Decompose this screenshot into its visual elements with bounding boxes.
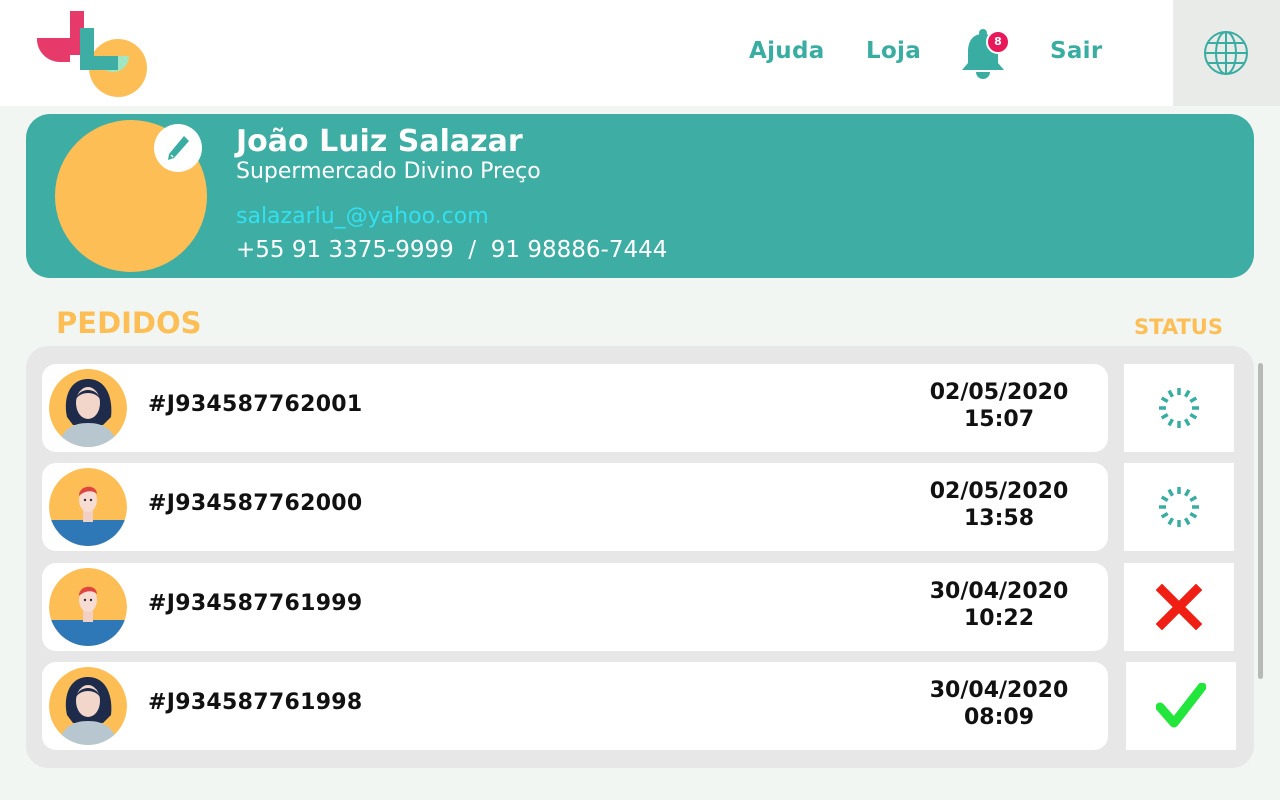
order-datetime: 02/05/2020 13:58 bbox=[904, 478, 1094, 532]
profile-company: Supermercado Divino Preço bbox=[236, 159, 541, 184]
order-time: 08:09 bbox=[963, 705, 1035, 730]
order-time: 10:22 bbox=[963, 606, 1035, 631]
order-date: 02/05/2020 bbox=[929, 380, 1069, 405]
spinner-dash bbox=[1183, 389, 1191, 398]
spinner-dash bbox=[1189, 396, 1198, 404]
spinner-dash bbox=[1167, 389, 1175, 398]
spinner-dash bbox=[1160, 396, 1169, 404]
order-id: #J934587761998 bbox=[148, 690, 363, 715]
loading-spinner-icon bbox=[1159, 487, 1199, 527]
spinner-dash bbox=[1160, 412, 1169, 420]
customer-avatar bbox=[49, 667, 127, 745]
order-date: 30/04/2020 bbox=[929, 678, 1069, 703]
brand-logo[interactable] bbox=[30, 6, 154, 102]
order-status bbox=[1124, 463, 1234, 551]
order-row[interactable]: #J934587762001 02/05/2020 15:07 bbox=[42, 364, 1108, 452]
order-date: 30/04/2020 bbox=[929, 579, 1069, 604]
spinner-dash bbox=[1189, 511, 1198, 519]
spinner-dash bbox=[1183, 517, 1191, 526]
orders-scrollbar[interactable] bbox=[1258, 363, 1263, 679]
orders-title: PEDIDOS bbox=[56, 306, 202, 340]
language-button[interactable] bbox=[1173, 0, 1280, 106]
order-status bbox=[1124, 563, 1234, 651]
order-datetime: 30/04/2020 08:09 bbox=[904, 677, 1094, 731]
spinner-dash bbox=[1167, 517, 1175, 526]
order-time: 13:58 bbox=[963, 506, 1035, 531]
spinner-dash bbox=[1160, 511, 1169, 519]
customer-avatar bbox=[49, 568, 127, 646]
order-status bbox=[1126, 662, 1236, 750]
order-row[interactable]: #J934587761999 30/04/2020 10:22 bbox=[42, 563, 1108, 651]
customer-avatar bbox=[49, 369, 127, 447]
notification-count-badge: 8 bbox=[986, 30, 1010, 54]
profile-name: João Luiz Salazar bbox=[236, 124, 523, 159]
spinner-dash bbox=[1167, 418, 1175, 427]
spinner-dash bbox=[1183, 418, 1191, 427]
logout-link[interactable]: Sair bbox=[1050, 34, 1103, 68]
order-row[interactable]: #J934587762000 02/05/2020 13:58 bbox=[42, 463, 1108, 551]
profile-email[interactable]: salazarlu_@yahoo.com bbox=[236, 204, 489, 229]
order-id: #J934587762001 bbox=[148, 392, 363, 417]
spinner-dash bbox=[1167, 488, 1175, 497]
order-datetime: 02/05/2020 15:07 bbox=[904, 379, 1094, 433]
pencil-icon bbox=[168, 136, 189, 160]
x-mark-icon bbox=[1156, 584, 1202, 630]
store-link[interactable]: Loja bbox=[866, 34, 921, 68]
status-column-header: STATUS bbox=[1134, 315, 1223, 339]
order-id: #J934587762000 bbox=[148, 491, 363, 516]
spinner-dash bbox=[1189, 495, 1198, 503]
order-status bbox=[1124, 364, 1234, 452]
help-link[interactable]: Ajuda bbox=[749, 34, 825, 68]
spinner-dash bbox=[1160, 495, 1169, 503]
edit-profile-button[interactable] bbox=[154, 124, 202, 172]
profile-card: João Luiz Salazar Supermercado Divino Pr… bbox=[26, 114, 1254, 278]
loading-spinner-icon bbox=[1159, 388, 1199, 428]
order-time: 15:07 bbox=[963, 407, 1035, 432]
customer-avatar bbox=[49, 468, 127, 546]
globe-icon bbox=[1204, 31, 1248, 75]
order-datetime: 30/04/2020 10:22 bbox=[904, 578, 1094, 632]
order-date: 02/05/2020 bbox=[929, 479, 1069, 504]
spinner-dash bbox=[1183, 488, 1191, 497]
profile-phones: +55 91 3375-9999 / 91 98886-7444 bbox=[236, 237, 668, 263]
check-mark-icon bbox=[1156, 683, 1206, 728]
top-bar: Ajuda Loja 8 Sair bbox=[0, 0, 1280, 106]
order-row[interactable]: #J934587761998 30/04/2020 08:09 bbox=[42, 662, 1108, 750]
order-id: #J934587761999 bbox=[148, 591, 363, 616]
spinner-dash bbox=[1189, 412, 1198, 420]
orders-list: #J934587762001 02/05/2020 15:07 #J934587… bbox=[26, 346, 1254, 768]
